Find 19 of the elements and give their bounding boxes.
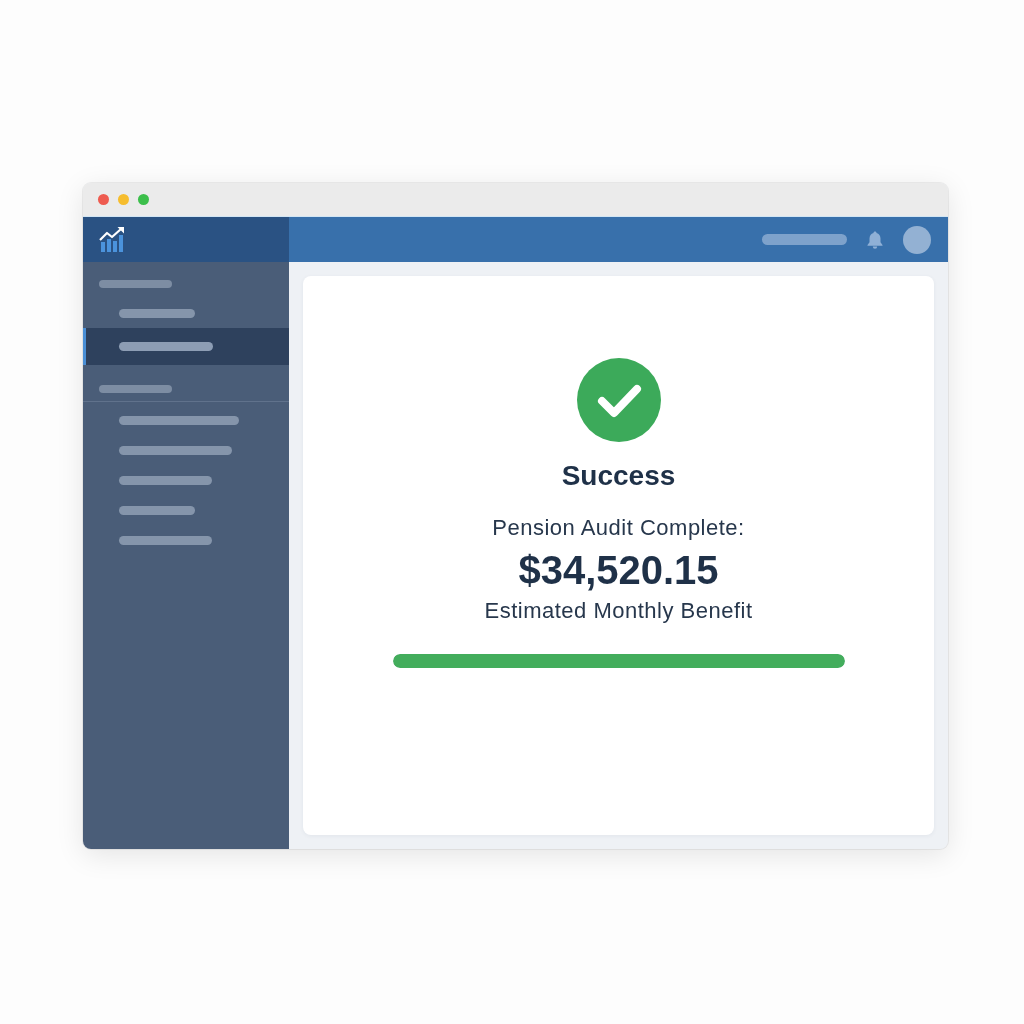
nav-item-placeholder[interactable] xyxy=(119,415,239,425)
search-placeholder[interactable] xyxy=(762,234,847,245)
audit-message: Pension Audit Complete: xyxy=(492,514,745,542)
bar-chart-trend-icon[interactable] xyxy=(99,227,125,252)
nav-item-placeholder[interactable] xyxy=(119,535,212,545)
nav-item-placeholder[interactable] xyxy=(119,505,195,515)
success-title: Success xyxy=(561,459,676,493)
nav-item-placeholder[interactable] xyxy=(119,342,213,351)
window-control-dot-icon[interactable] xyxy=(98,194,109,205)
nav-item-placeholder[interactable] xyxy=(119,475,212,485)
window-control-dot-icon[interactable] xyxy=(118,194,129,205)
nav-item-placeholder[interactable] xyxy=(119,308,195,318)
success-check-icon xyxy=(576,358,661,442)
benefit-amount: $34,520.15 xyxy=(518,547,719,593)
nav-item-placeholder[interactable] xyxy=(119,445,232,455)
avatar-icon[interactable] xyxy=(903,225,931,254)
window-control-dot-icon[interactable] xyxy=(138,194,149,205)
benefit-caption: Estimated Monthly Benefit xyxy=(484,597,753,625)
bell-icon[interactable] xyxy=(867,230,883,249)
